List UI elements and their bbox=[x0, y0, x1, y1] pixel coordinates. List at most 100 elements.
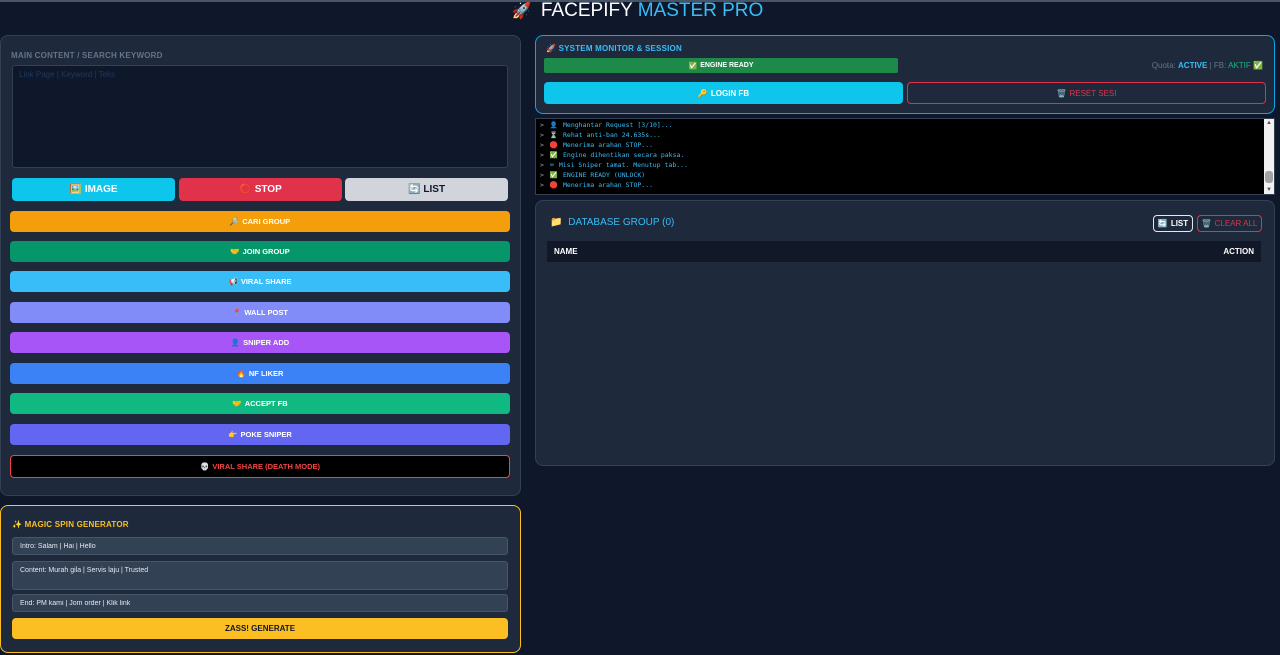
log-text: Menerima arahan STOP... bbox=[563, 181, 654, 189]
log-text: Menerima arahan STOP... bbox=[563, 141, 654, 149]
viral-share-label: VIRAL SHARE bbox=[240, 277, 292, 286]
engine-status-bar: ✅ ENGINE READY bbox=[544, 58, 898, 73]
reset-session-button[interactable]: 🗑️ RESET SESI bbox=[907, 82, 1266, 104]
log-line: > ✅ ENGINE READY (UNLOCK) bbox=[540, 170, 688, 180]
generate-button[interactable]: ZASS! GENERATE bbox=[12, 618, 508, 639]
log-text: Misi Sniper tamat. Menutup tab... bbox=[558, 161, 688, 169]
log-icon: ⌨ bbox=[549, 161, 554, 169]
accept-fb-button[interactable]: 🤝 ACCEPT FB bbox=[10, 393, 510, 414]
system-monitor-panel: 🚀 SYSTEM MONITOR & SESSION ✅ ENGINE READ… bbox=[535, 35, 1275, 114]
keyword-input[interactable] bbox=[12, 65, 508, 168]
trash-icon: 🗑️ bbox=[1056, 88, 1067, 98]
database-group-panel: 📁 DATABASE GROUP (0) 🔄 LIST 🗑️ CLEAR ALL… bbox=[535, 200, 1275, 466]
viral-share-button[interactable]: 📢 VIRAL SHARE bbox=[10, 271, 510, 292]
nf-liker-label: NF LIKER bbox=[248, 369, 284, 378]
fire-icon: 🔥 bbox=[236, 369, 246, 378]
clear-all-button[interactable]: 🗑️ CLEAR ALL bbox=[1197, 215, 1262, 232]
main-content-panel: MAIN CONTENT / SEARCH KEYWORD 🖼️ IMAGE ⭕… bbox=[0, 35, 521, 496]
fb-value: AKTIF bbox=[1228, 61, 1251, 70]
keyword-label: MAIN CONTENT / SEARCH KEYWORD bbox=[11, 51, 163, 60]
spin-intro-input[interactable] bbox=[12, 537, 508, 555]
app-title-main: FACEPIFY bbox=[540, 0, 633, 21]
cari-group-button[interactable]: 🔎 CARI GROUP bbox=[10, 211, 510, 232]
magic-spin-panel: ✨ MAGIC SPIN GENERATOR Content: Murah gi… bbox=[0, 505, 521, 653]
image-icon: 🖼️ bbox=[69, 184, 82, 195]
viral-death-mode-button[interactable]: 💀 VIRAL SHARE (DEATH MODE) bbox=[10, 455, 510, 478]
sparkles-icon: ✨ bbox=[12, 520, 23, 529]
prompt-arrow-icon: > bbox=[540, 131, 544, 139]
clear-all-label: CLEAR ALL bbox=[1214, 219, 1258, 228]
handshake-icon: 🤝 bbox=[230, 247, 240, 256]
stop-button-label: STOP bbox=[254, 184, 282, 195]
console-lines: > 👤 Menghantar Request [3/10]... > ⏳ Rehat an… bbox=[540, 120, 688, 190]
monitor-title: 🚀 SYSTEM MONITOR & SESSION bbox=[546, 44, 682, 53]
spin-title-text: MAGIC SPIN GENERATOR bbox=[24, 520, 129, 529]
stop-circle-icon: ⭕ bbox=[239, 184, 252, 195]
monitor-title-text: SYSTEM MONITOR & SESSION bbox=[558, 44, 682, 53]
log-icon: 🛑 bbox=[549, 181, 559, 189]
login-fb-label: LOGIN FB bbox=[710, 88, 750, 98]
scroll-thumb[interactable] bbox=[1265, 171, 1273, 183]
log-text: Menghantar Request [3/10]... bbox=[563, 121, 673, 129]
rocket-icon: 🚀 bbox=[511, 3, 532, 20]
rocket-icon: 🚀 bbox=[546, 44, 557, 53]
image-button-label: IMAGE bbox=[84, 184, 118, 195]
check-icon: ✅ bbox=[1253, 61, 1263, 70]
prompt-arrow-icon: > bbox=[540, 121, 544, 129]
app-title: 🚀 FACEPIFY MASTER PRO bbox=[0, 0, 1275, 24]
stop-button[interactable]: ⭕ STOP bbox=[179, 178, 342, 201]
database-title: 📁 DATABASE GROUP (0) bbox=[550, 217, 674, 228]
fb-label: | FB: bbox=[1209, 61, 1227, 70]
prompt-arrow-icon: > bbox=[540, 141, 544, 149]
spin-end-input[interactable] bbox=[12, 594, 508, 612]
database-title-text: DATABASE GROUP (0) bbox=[568, 217, 675, 228]
poke-sniper-label: POKE SNIPER bbox=[240, 430, 292, 439]
log-text: Engine dihentikan secara paksa. bbox=[563, 151, 685, 159]
wall-post-label: WALL POST bbox=[244, 308, 288, 317]
app-title-accent: MASTER PRO bbox=[637, 0, 764, 21]
skull-icon: 💀 bbox=[200, 462, 210, 471]
reset-session-label: RESET SESI bbox=[1069, 88, 1117, 98]
scroll-up-arrow-icon[interactable]: ▲ bbox=[1266, 120, 1272, 126]
wall-post-button[interactable]: 📍 WALL POST bbox=[10, 302, 510, 323]
log-icon: ✅ bbox=[549, 171, 559, 179]
sniper-add-button[interactable]: 👤 SNIPER ADD bbox=[10, 332, 510, 353]
handshake-icon: 🤝 bbox=[232, 399, 242, 408]
log-icon: ⏳ bbox=[549, 131, 559, 139]
column-name: NAME bbox=[554, 247, 578, 256]
log-icon: ✅ bbox=[549, 151, 559, 159]
log-text: Rehat anti-ban 24.635s... bbox=[563, 131, 661, 139]
cari-group-label: CARI GROUP bbox=[242, 217, 291, 226]
log-icon: 👤 bbox=[549, 121, 559, 129]
check-icon: ✅ bbox=[688, 62, 698, 70]
log-line: > 🛑 Menerima arahan STOP... bbox=[540, 140, 688, 150]
spin-content-input[interactable]: Content: Murah gila | Servis laju | Trus… bbox=[12, 561, 508, 590]
folder-icon: 📁 bbox=[550, 217, 563, 228]
poke-sniper-button[interactable]: 👉 POKE SNIPER bbox=[10, 424, 510, 445]
list-button[interactable]: 🔄 LIST bbox=[345, 178, 508, 201]
quota-status: Quota: ACTIVE | FB: AKTIF ✅ bbox=[1152, 61, 1263, 70]
login-fb-button[interactable]: 🔑 LOGIN FB bbox=[544, 82, 903, 104]
join-group-button[interactable]: 🤝 JOIN GROUP bbox=[10, 241, 510, 262]
accept-fb-label: ACCEPT FB bbox=[244, 399, 288, 408]
scroll-down-arrow-icon[interactable]: ▼ bbox=[1266, 187, 1272, 193]
trash-icon: 🗑️ bbox=[1201, 219, 1212, 228]
log-line: > ✅ Engine dihentikan secara paksa. bbox=[540, 150, 688, 160]
log-line: > 👤 Menghantar Request [3/10]... bbox=[540, 120, 688, 130]
viral-death-mode-label: VIRAL SHARE (DEATH MODE) bbox=[212, 462, 320, 471]
nf-liker-button[interactable]: 🔥 NF LIKER bbox=[10, 363, 510, 384]
log-console[interactable]: > 👤 Menghantar Request [3/10]... > ⏳ Rehat an… bbox=[535, 118, 1275, 195]
refresh-icon: 🔄 bbox=[407, 184, 421, 195]
image-button[interactable]: 🖼️ IMAGE bbox=[12, 178, 175, 201]
prompt-arrow-icon: > bbox=[540, 181, 544, 189]
console-scrollbar[interactable]: ▲ ▼ bbox=[1264, 119, 1274, 194]
megaphone-icon: 📢 bbox=[228, 277, 238, 286]
prompt-arrow-icon: > bbox=[540, 151, 544, 159]
refresh-icon: 🔄 bbox=[1157, 219, 1168, 228]
magnifier-icon: 🔎 bbox=[229, 217, 240, 226]
database-list-button[interactable]: 🔄 LIST bbox=[1153, 215, 1193, 232]
engine-status-text: ENGINE READY bbox=[700, 62, 754, 69]
database-list-label: LIST bbox=[1170, 219, 1189, 228]
join-group-label: JOIN GROUP bbox=[242, 247, 290, 256]
database-table-header: NAME ACTION bbox=[547, 241, 1261, 262]
